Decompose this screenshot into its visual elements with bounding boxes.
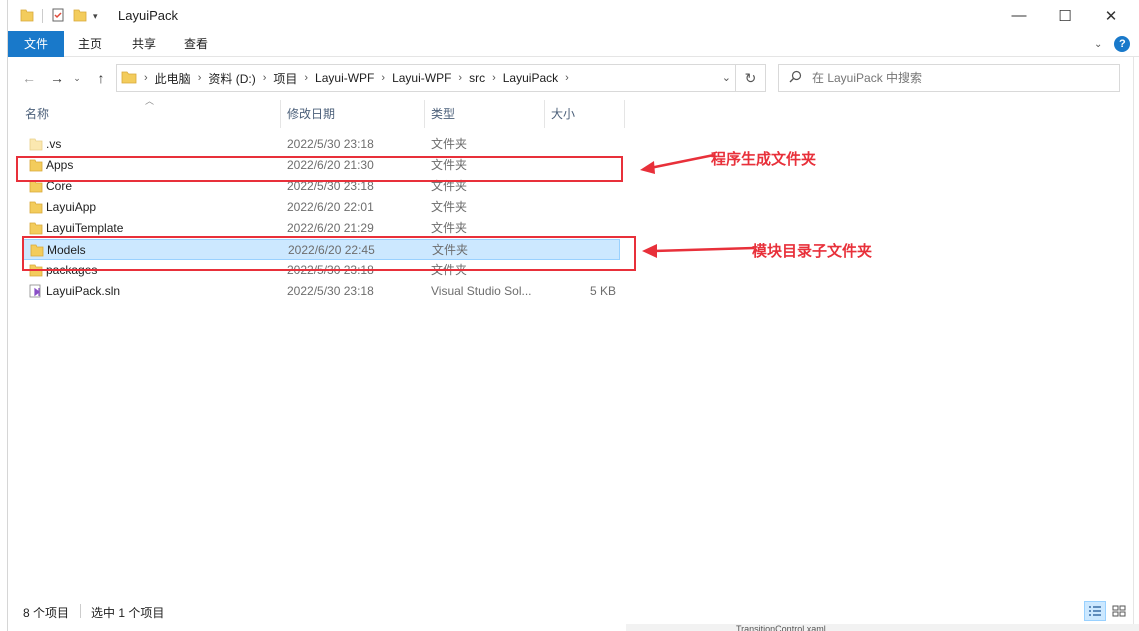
address-bar[interactable]: › 此电脑 › 资料 (D:) › 项目 › Layui-WPF › Layui… [116, 64, 736, 92]
background-window-peek: TransitionControl.xaml [626, 624, 1139, 631]
file-type: 文件夹 [431, 137, 468, 151]
breadcrumb-projects[interactable]: 项目 [273, 70, 297, 87]
table-row[interactable]: LayuiApp 2022/6/20 22:01 文件夹 [23, 197, 620, 218]
navigation-bar: ← → ⌄ ↑ › 此电脑 › 资料 (D:) › 项目 › Layui-WPF… [8, 62, 1139, 94]
search-box[interactable] [778, 64, 1120, 92]
quick-access-toolbar: ▾ [20, 6, 98, 26]
annotation-label-apps: 程序生成文件夹 [711, 151, 817, 168]
tab-view[interactable]: 查看 [174, 31, 218, 57]
tab-share[interactable]: 共享 [122, 31, 166, 57]
large-icons-view-icon[interactable] [1108, 601, 1130, 621]
column-headers: ︿ 名称 修改日期 类型 大小 [8, 96, 628, 128]
chevron-right-icon[interactable]: › [304, 72, 308, 84]
help-icon[interactable]: ? [1114, 36, 1131, 52]
item-count: 8 个项目 [23, 606, 70, 620]
annotation-arrow-apps-icon [640, 153, 715, 174]
table-row[interactable]: LayuiPack.sln 2022/5/30 23:18 Visual Stu… [23, 281, 620, 302]
chevron-right-icon[interactable]: › [381, 72, 385, 84]
forward-arrow-icon[interactable]: → [46, 68, 68, 88]
minimize-button[interactable]: — [996, 0, 1042, 31]
visual-studio-solution-icon [29, 284, 43, 298]
customize-toolbar-icon[interactable]: ▾ [93, 11, 98, 22]
file-name: .vs [46, 137, 62, 151]
search-input[interactable] [812, 71, 1092, 85]
folder-icon [121, 69, 137, 88]
status-separator [80, 604, 81, 618]
annotation-arrow-models-icon [642, 244, 755, 258]
recent-locations-icon[interactable]: ⌄ [70, 68, 84, 88]
breadcrumb-layui-wpf-2[interactable]: Layui-WPF [392, 71, 451, 85]
new-folder-icon[interactable] [73, 8, 87, 25]
properties-icon[interactable] [51, 8, 65, 25]
vertical-scrollbar[interactable] [1133, 57, 1139, 631]
folder-icon [20, 8, 34, 25]
breadcrumb-layuipack[interactable]: LayuiPack [503, 71, 558, 85]
file-size [549, 197, 616, 218]
close-button[interactable]: ✕ [1088, 0, 1134, 31]
file-size [549, 134, 616, 155]
annotation-box-apps [16, 156, 623, 182]
chevron-right-icon[interactable]: › [263, 72, 267, 84]
explorer-window: ▾ LayuiPack — ☐ ✕ 文件 主页 共享 查看 ⌄ ? ← → ⌄ … [7, 0, 1139, 631]
file-type: 文件夹 [431, 200, 468, 214]
ribbon-tabs: 文件 主页 共享 查看 ⌄ ? [8, 31, 1139, 57]
file-type: Visual Studio Sol... [431, 284, 532, 298]
breadcrumb-this-pc[interactable]: 此电脑 [155, 70, 191, 87]
chevron-right-icon[interactable]: › [144, 72, 148, 84]
file-name: LayuiPack.sln [46, 284, 121, 298]
file-date: 2022/6/20 22:01 [287, 200, 374, 214]
file-size: 5 KB [589, 284, 616, 298]
details-view-icon[interactable] [1084, 601, 1106, 621]
folder-icon [29, 200, 43, 214]
annotation-label-models: 模块目录子文件夹 [752, 243, 873, 260]
table-row[interactable]: .vs 2022/5/30 23:18 文件夹 [23, 134, 620, 155]
up-arrow-icon[interactable]: ↑ [90, 68, 112, 88]
chevron-right-icon[interactable]: › [565, 72, 569, 84]
breadcrumb-src[interactable]: src [469, 71, 485, 85]
back-arrow-icon[interactable]: ← [18, 68, 40, 88]
annotation-box-models [22, 236, 636, 271]
column-header-date[interactable]: 修改日期 [281, 100, 425, 128]
folder-icon [29, 137, 43, 151]
file-name: LayuiApp [46, 200, 97, 214]
folder-icon [29, 221, 43, 235]
column-header-type[interactable]: 类型 [425, 100, 545, 128]
file-date: 2022/5/30 23:18 [287, 284, 374, 298]
tab-home[interactable]: 主页 [68, 31, 112, 57]
expand-ribbon-icon[interactable]: ⌄ [1094, 39, 1102, 50]
chevron-right-icon[interactable]: › [198, 72, 202, 84]
chevron-down-icon[interactable]: ⌄ [722, 71, 731, 84]
column-header-name[interactable]: 名称 [19, 100, 281, 128]
column-header-size[interactable]: 大小 [545, 100, 625, 128]
breadcrumb-drive-d[interactable]: 资料 (D:) [208, 70, 255, 87]
title-bar: ▾ LayuiPack — ☐ ✕ [8, 0, 1139, 31]
breadcrumb-layui-wpf-1[interactable]: Layui-WPF [315, 71, 374, 85]
maximize-button[interactable]: ☐ [1042, 0, 1088, 31]
tab-file[interactable]: 文件 [8, 31, 64, 57]
status-bar: 8 个项目 选中 1 个项目 [8, 598, 1139, 624]
qa-separator [42, 9, 43, 23]
ribbon-controls: ⌄ ? [1094, 35, 1131, 53]
chevron-right-icon[interactable]: › [458, 72, 462, 84]
window-title: LayuiPack [118, 8, 178, 23]
chevron-right-icon[interactable]: › [492, 72, 496, 84]
file-date: 2022/5/30 23:18 [287, 137, 374, 151]
search-icon [789, 70, 802, 86]
refresh-icon[interactable]: ↻ [736, 64, 766, 92]
selected-count: 选中 1 个项目 [91, 606, 165, 620]
